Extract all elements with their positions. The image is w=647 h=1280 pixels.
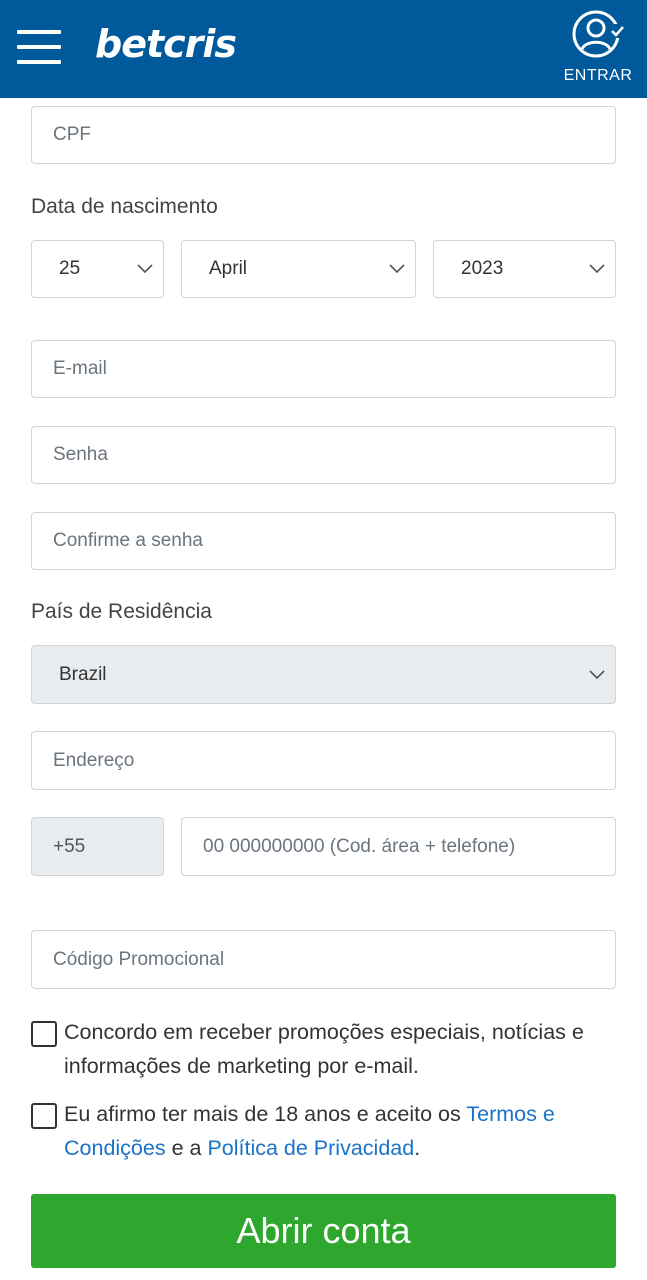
country-select[interactable]: Brazil [31, 645, 616, 704]
open-account-button[interactable]: Abrir conta [31, 1194, 616, 1268]
birth-day-select[interactable]: 25 [31, 240, 164, 298]
app-header: betcris ENTRAR [0, 0, 647, 98]
age-consent-text-part: . [414, 1136, 421, 1160]
cpf-field[interactable]: CPF [31, 106, 616, 164]
email-field[interactable]: E-mail [31, 340, 616, 398]
address-field[interactable]: Endereço [31, 731, 616, 790]
birthdate-label: Data de nascimento [31, 195, 218, 218]
age-consent-checkbox[interactable] [31, 1103, 57, 1129]
age-consent-text-part: Eu afirmo ter mais de 18 anos e aceito o… [64, 1102, 467, 1126]
privacy-link[interactable]: Política de Privacidad [207, 1136, 414, 1160]
confirm-password-field[interactable]: Confirme a senha [31, 512, 616, 570]
chevron-down-icon [589, 264, 605, 274]
marketing-consent-text: Concordo em receber promoções especiais,… [64, 1020, 584, 1078]
country-value: Brazil [59, 663, 107, 685]
login-button[interactable]: ENTRAR [562, 10, 634, 90]
marketing-consent-checkbox[interactable] [31, 1021, 57, 1047]
country-label: País de Residência [31, 600, 212, 623]
birth-month-value: April [209, 258, 248, 279]
user-check-icon [572, 10, 624, 58]
chevron-down-icon [589, 669, 605, 679]
login-label: ENTRAR [563, 67, 633, 84]
promo-code-field[interactable]: Código Promocional [31, 930, 616, 989]
birth-year-value: 2023 [461, 258, 504, 279]
phone-field[interactable]: 00 000000000 (Cod. área + telefone) [181, 817, 616, 876]
chevron-down-icon [389, 264, 405, 274]
birth-year-select[interactable]: 2023 [433, 240, 616, 298]
password-field[interactable]: Senha [31, 426, 616, 484]
menu-icon[interactable] [17, 30, 61, 66]
birth-day-value: 25 [59, 258, 81, 279]
brand-logo[interactable]: betcris [95, 22, 237, 66]
chevron-down-icon [137, 264, 153, 274]
age-consent-text-part: e a [165, 1136, 208, 1160]
birth-month-select[interactable]: April [181, 240, 416, 298]
phone-prefix: +55 [31, 817, 164, 876]
age-consent-text: Eu afirmo ter mais de 18 anos e aceito o… [64, 1097, 624, 1165]
